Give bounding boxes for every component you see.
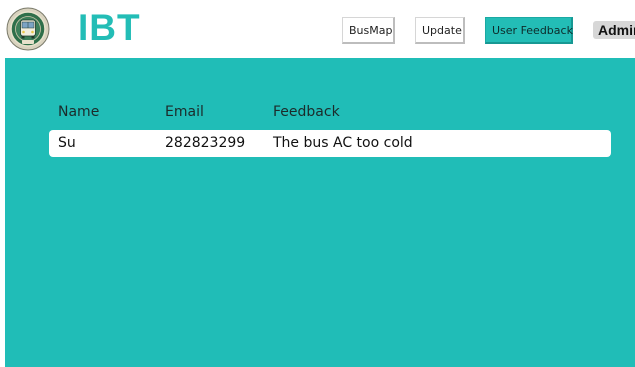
column-header-email: Email [165, 104, 204, 120]
cell-email: 282823299 [165, 135, 246, 151]
update-button[interactable]: Update [415, 17, 465, 44]
page: IBT BusMap Update User Feedback Admin Na… [0, 0, 635, 367]
top-bar: IBT BusMap Update User Feedback Admin [0, 0, 635, 58]
table-header: Name Email Feedback [5, 102, 635, 122]
busmap-button[interactable]: BusMap [342, 17, 395, 44]
table-row[interactable]: Su 282823299 The bus AC too cold [49, 130, 611, 157]
brand-title: IBT [78, 7, 141, 48]
feedback-panel: Name Email Feedback Su 282823299 The bus… [5, 58, 635, 367]
cell-name: Su [58, 135, 76, 151]
column-header-name: Name [58, 104, 100, 120]
bus-emblem-logo-icon [6, 7, 50, 51]
column-header-feedback: Feedback [273, 104, 340, 120]
cell-feedback: The bus AC too cold [273, 135, 413, 151]
admin-user-label[interactable]: Admin [593, 21, 635, 39]
user-feedback-button[interactable]: User Feedback [485, 17, 573, 44]
